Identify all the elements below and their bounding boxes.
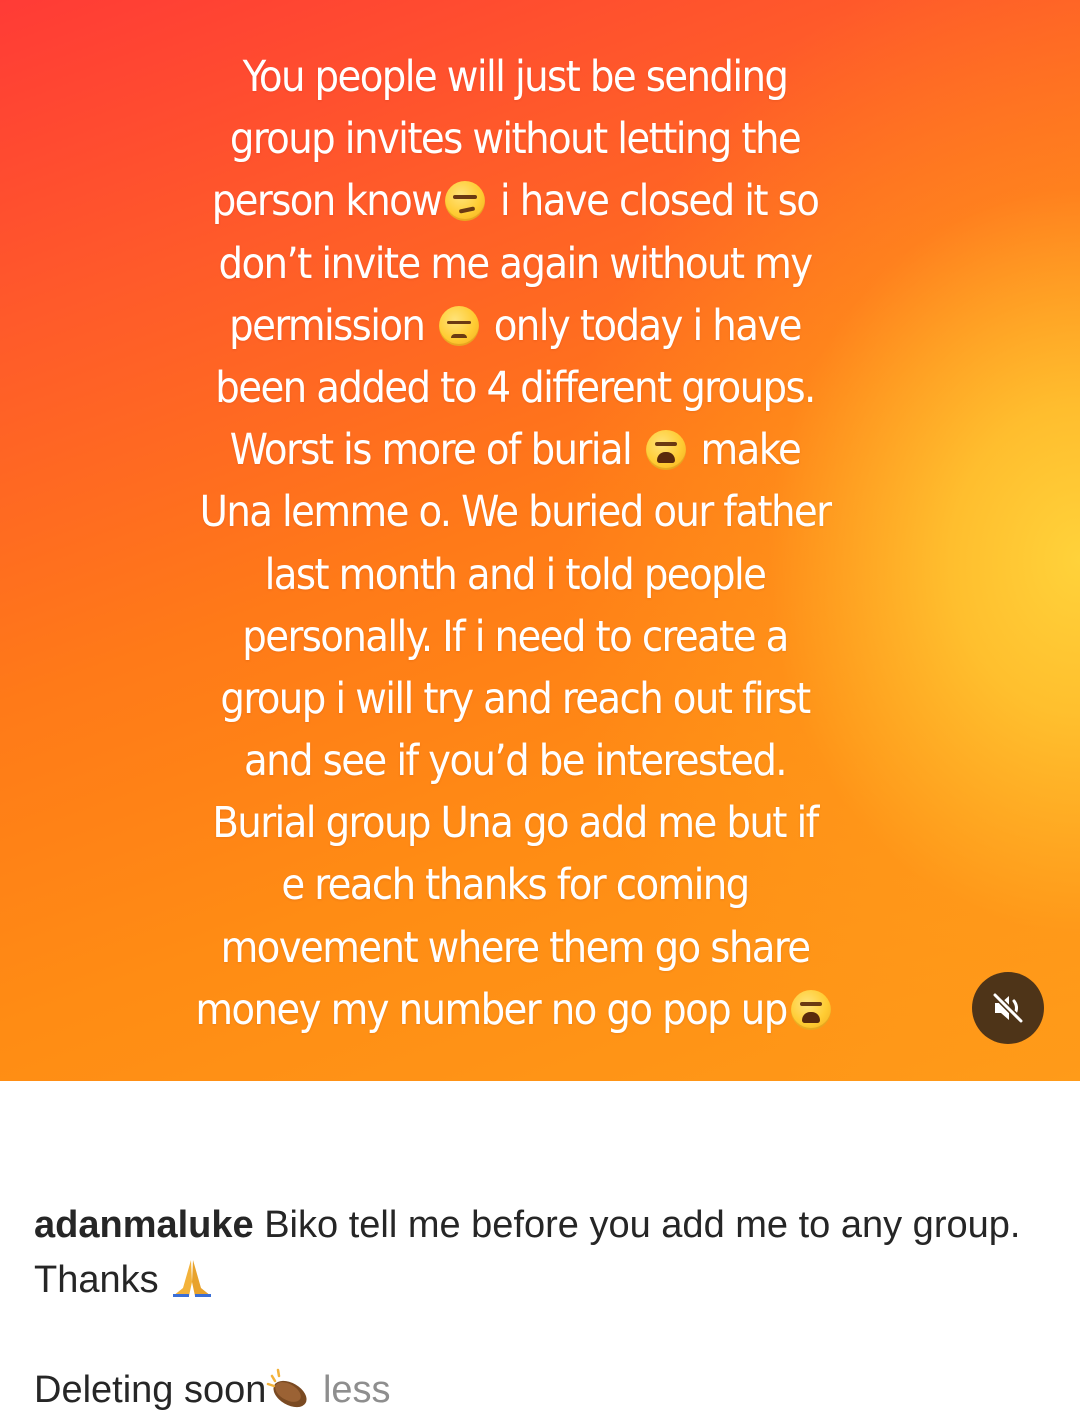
caption-line-1: adanmaluke Biko tell me before you add m… <box>34 1198 1054 1308</box>
story-text-segment: You people will just be sending <box>242 52 789 102</box>
story-text-line: Worst is more of burial make <box>190 419 840 481</box>
story-text-line: group i will try and reach out first <box>190 668 840 730</box>
story-image: You people will just be sending group inv… <box>0 0 1080 1081</box>
weary-emoji-icon <box>790 989 831 1030</box>
story-text-line: You people will just be sending <box>190 46 840 108</box>
story-text-line: personally. If i need to create a <box>190 606 840 668</box>
story-text-line: don’t invite me again without my <box>190 233 840 295</box>
story-text-segment: Una lemme o. We buried our father <box>199 487 832 538</box>
story-text-line: and see if you’d be interested. <box>190 730 840 792</box>
post-caption: adanmaluke Biko tell me before you add m… <box>34 1198 1054 1418</box>
story-text-line: Una lemme o. We buried our father <box>190 481 840 543</box>
story-text-segment: money my number no go pop up <box>195 984 788 1035</box>
mute-button[interactable] <box>972 972 1044 1044</box>
caption-line-2: Deleting soon less <box>34 1363 1054 1418</box>
story-text-line: last month and i told people <box>190 544 840 606</box>
weary-emoji-icon <box>645 430 686 471</box>
story-text-segment: make <box>689 425 802 476</box>
story-text-line: group invites without letting the <box>190 108 840 170</box>
story-text-line: movement where them go share <box>190 917 840 979</box>
story-text-segment: last month and i told people <box>264 549 767 600</box>
story-text-segment: permission <box>229 300 436 351</box>
story-text-segment: e reach thanks for coming <box>281 860 750 911</box>
caption-text-2: Deleting soon <box>34 1369 267 1411</box>
caption-username[interactable]: adanmaluke <box>34 1204 254 1246</box>
unamused-emoji-icon <box>439 305 480 346</box>
story-text: You people will just be sending group inv… <box>190 46 840 1041</box>
story-text-line: permission only today i have <box>190 295 840 357</box>
less-toggle[interactable]: less <box>312 1369 391 1411</box>
story-text-segment: person know <box>211 176 443 227</box>
story-text-line: person know i have closed it so <box>190 170 840 232</box>
story-text-line: e reach thanks for coming <box>190 854 840 916</box>
story-text-segment: group i will try and reach out first <box>220 673 811 724</box>
story-text-segment: and see if you’d be interested. <box>243 736 788 787</box>
story-text-segment: only today i have <box>483 300 803 351</box>
story-text-line: Burial group Una go add me but if <box>190 792 840 854</box>
story-text-segment: been added to 4 different groups. <box>215 362 816 413</box>
speaker-muted-icon <box>992 992 1024 1024</box>
story-text-segment: i have closed it so <box>489 176 820 227</box>
story-text-segment: group invites without letting the <box>229 114 802 165</box>
story-text-segment: personally. If i need to create a <box>242 611 789 662</box>
story-text-segment: don’t invite me again without my <box>218 238 813 289</box>
story-text-line: money my number no go pop up <box>190 979 840 1041</box>
story-text-segment: Worst is more of burial <box>229 425 642 476</box>
story-text-line: been added to 4 different groups. <box>190 357 840 419</box>
clapping-hands-icon <box>266 1368 312 1408</box>
story-text-segment: movement where them go share <box>220 922 811 973</box>
folded-hands-icon <box>169 1258 215 1298</box>
story-text-segment: Burial group Una go add me but if <box>212 798 819 849</box>
smirk-emoji-icon <box>445 181 486 222</box>
